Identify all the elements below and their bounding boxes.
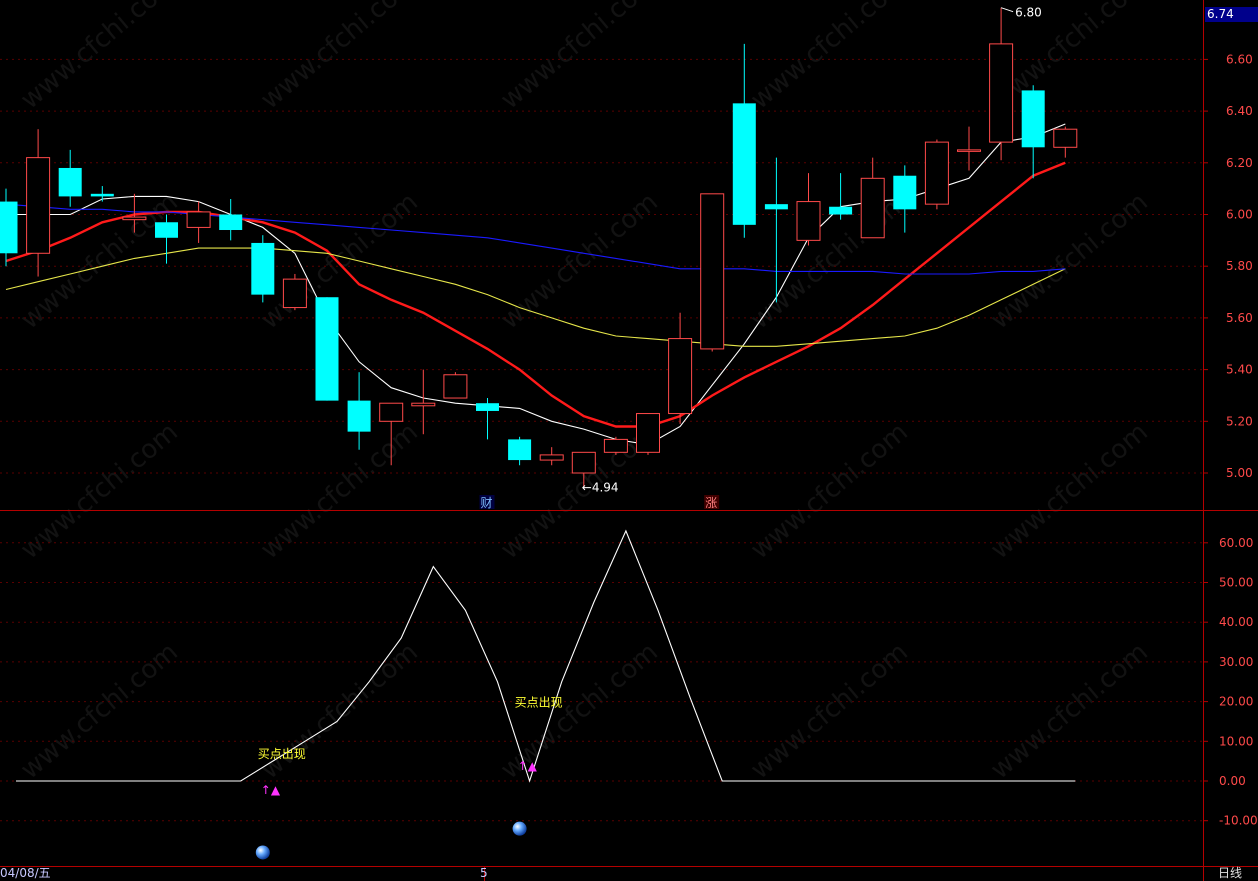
candle-body — [26, 157, 51, 254]
candle-body — [347, 400, 371, 432]
candle-body — [893, 175, 917, 210]
candle-body — [0, 201, 18, 254]
high-pointer — [1000, 7, 1014, 13]
candle-body — [924, 141, 949, 205]
y-tick-label: 5.80 — [1226, 259, 1253, 273]
buy-arrow-icon: ↑▲ — [261, 783, 281, 797]
watermark-layer: www.cfchi.com www.cfchi.com www.cfchi.com w… — [15, 0, 1154, 785]
candle-body — [957, 149, 981, 152]
footer-mid-label: 5 — [480, 866, 488, 880]
candle-body — [476, 403, 499, 411]
high-value-label: 6.80 — [1015, 6, 1042, 20]
candle-body — [90, 193, 114, 197]
candle-body — [155, 222, 178, 238]
watermark-text: www.cfchi.com — [15, 0, 184, 115]
candle-body — [732, 103, 756, 225]
candle-body — [1021, 90, 1045, 148]
candle-body — [379, 402, 404, 422]
indicator-layer: 买点出现买点出现↑▲↑▲ — [16, 529, 1076, 860]
candle-body — [636, 413, 660, 453]
watermark-text: www.cfchi.com — [745, 637, 914, 785]
candle-body — [122, 216, 147, 221]
candle-body — [1053, 128, 1078, 148]
y-tick-label: -10.00 — [1219, 814, 1258, 828]
y-tick-label: 40.00 — [1219, 615, 1253, 629]
candle-body — [282, 278, 307, 309]
watermark-text: www.cfchi.com — [255, 0, 424, 115]
y-tick-label: 6.60 — [1226, 52, 1253, 66]
watermark-text: www.cfchi.com — [15, 637, 184, 785]
y-tick-label: 0.00 — [1219, 774, 1246, 788]
candle-body — [219, 214, 243, 231]
candle-body — [796, 201, 821, 241]
y-tick-label: 20.00 — [1219, 695, 1253, 709]
candle-body — [411, 402, 436, 407]
watermark-text: www.cfchi.com — [985, 187, 1154, 335]
candle-body — [668, 338, 693, 415]
candle-body — [186, 211, 211, 228]
buy-signal-label: 买点出现 — [515, 696, 563, 710]
y-tick-label: 6.40 — [1226, 104, 1253, 118]
candle-body — [829, 206, 853, 215]
candle-body — [508, 439, 532, 461]
watermark-text: www.cfchi.com — [255, 187, 424, 335]
event-marker-1: 涨 — [705, 495, 717, 510]
watermark-text: www.cfchi.com — [15, 417, 184, 565]
y-tick-label: 5.00 — [1226, 466, 1253, 480]
candle-body — [764, 204, 788, 210]
low-value-label: ←4.94 — [582, 481, 619, 495]
event-marker-0: 财 — [481, 496, 493, 510]
buy-arrow-icon: ↑▲ — [518, 759, 538, 773]
y-tick-label: 6.00 — [1226, 208, 1253, 222]
candle-body — [443, 374, 468, 399]
watermark-text: www.cfchi.com — [495, 0, 664, 115]
watermark-text: www.cfchi.com — [255, 417, 424, 565]
candle-body — [700, 193, 725, 350]
y-tick-label: 5.40 — [1226, 363, 1253, 377]
y-tick-label: 6.20 — [1226, 156, 1253, 170]
y-tick-label: 50.00 — [1219, 576, 1253, 590]
watermark-text: www.cfchi.com — [255, 637, 424, 785]
candle-body — [315, 297, 339, 401]
watermark-text: www.cfchi.com — [495, 187, 664, 335]
candle-body — [603, 438, 628, 453]
signal-ball-icon — [512, 821, 527, 836]
y-tick-label: 10.00 — [1219, 734, 1253, 748]
y-tick-label: 60.00 — [1219, 536, 1253, 550]
candle-body — [58, 167, 82, 197]
y-tick-label: 30.00 — [1219, 655, 1253, 669]
chart-canvas: www.cfchi.com www.cfchi.com www.cfchi.com w… — [0, 0, 1258, 881]
footer-date-label: 04/08/五 — [0, 866, 51, 880]
current-price-tag: 6.74 — [1205, 7, 1258, 22]
period-label[interactable]: 日线 — [1218, 866, 1242, 880]
watermark-text: www.cfchi.com — [985, 637, 1154, 785]
candle-body — [251, 242, 275, 295]
candle-body — [571, 451, 596, 474]
candle-body — [539, 454, 564, 461]
y-tick-label: 5.60 — [1226, 311, 1253, 325]
watermark-text: www.cfchi.com — [745, 0, 914, 115]
candle-body — [860, 177, 885, 239]
y-tick-label: 5.20 — [1226, 414, 1253, 428]
candle-body — [989, 43, 1014, 143]
signal-ball-icon — [255, 845, 270, 860]
buy-signal-label: 买点出现 — [258, 747, 306, 761]
